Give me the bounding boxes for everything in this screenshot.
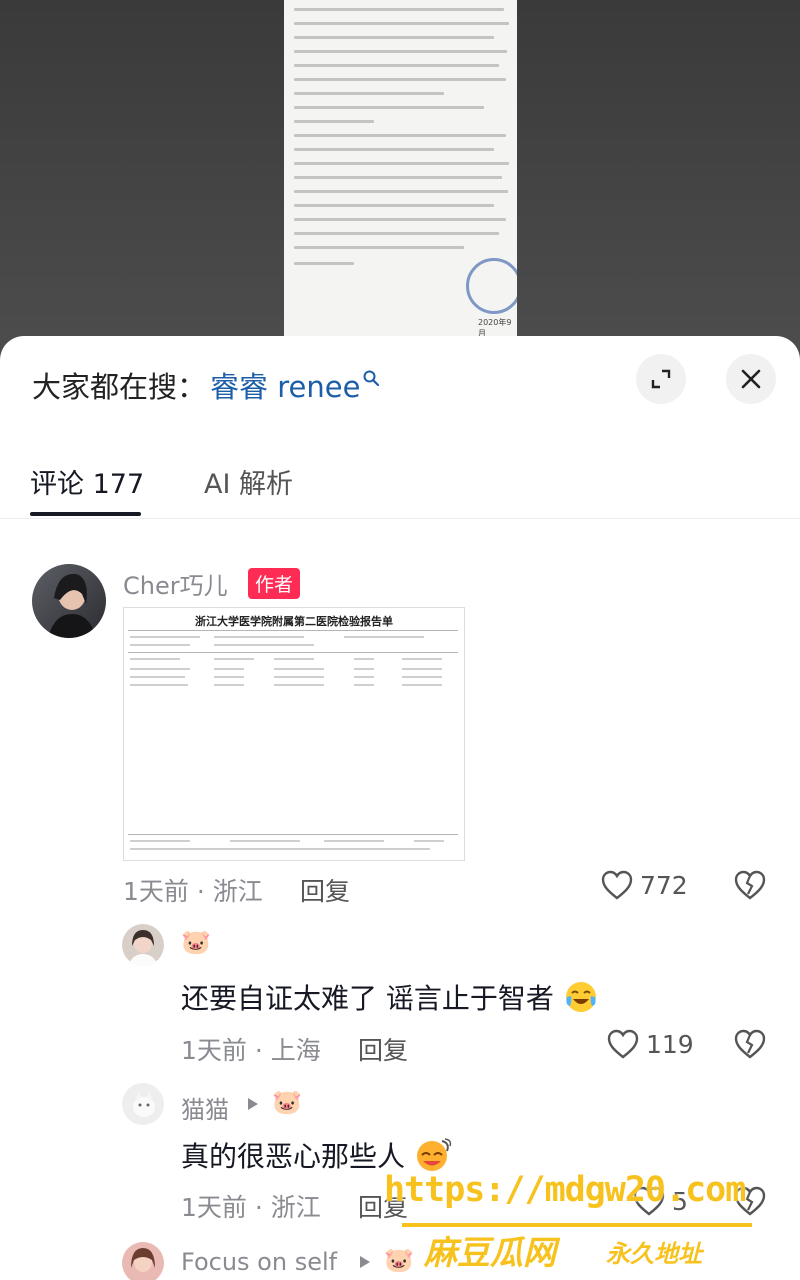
watermark-suffix: 永久地址: [606, 1240, 702, 1268]
like-count: 772: [640, 870, 688, 900]
broken-heart-icon: [734, 870, 766, 900]
dislike-button[interactable]: [733, 1028, 767, 1064]
like-button[interactable]: 119: [606, 1028, 694, 1060]
tab-bar: 评论 177 AI 解析: [0, 444, 800, 519]
watermark-name: 麻豆瓜网: [424, 1233, 556, 1272]
comment-time-location: 1天前 · 上海: [181, 1036, 321, 1065]
active-tab-indicator: [30, 512, 141, 516]
crying-laugh-emoji-icon: [563, 979, 599, 1022]
close-icon: [741, 369, 761, 389]
dislike-button[interactable]: [733, 869, 767, 905]
document-image: 2020年9月: [284, 0, 517, 336]
author-badge: 作者: [248, 568, 301, 599]
comment-time-location: 1天前 · 浙江: [123, 877, 263, 906]
search-suggestion[interactable]: 大家都在搜： 睿睿 renee: [32, 364, 380, 406]
broken-heart-icon: [734, 1029, 766, 1059]
comment-username[interactable]: Focus on self: [181, 1248, 337, 1276]
expand-icon: [651, 369, 671, 389]
reply-button[interactable]: 回复: [358, 1031, 408, 1067]
comments-panel: 大家都在搜： 睿睿 renee 评论 177 AI 解析 Cher巧儿 作者 浙…: [0, 336, 800, 1280]
expand-button[interactable]: [636, 354, 686, 404]
comment-image[interactable]: 浙江大学医学院附属第二医院检验报告单: [123, 607, 465, 861]
avatar[interactable]: [122, 1242, 164, 1280]
comment-username[interactable]: Cher巧儿: [123, 566, 228, 601]
seal-stamp: [466, 258, 517, 314]
reply-to-username[interactable]: 🐷: [272, 1088, 302, 1116]
reply-arrow-icon: [358, 1254, 372, 1274]
comment-text-content: 还要自证太难了 谣言止于智者: [181, 982, 554, 1015]
comment-username[interactable]: 🐷: [181, 928, 211, 956]
comment-username[interactable]: 猫猫: [181, 1090, 229, 1125]
tab-ai-analysis[interactable]: AI 解析: [204, 462, 293, 501]
tab-comments[interactable]: 评论 177: [30, 462, 144, 501]
reply-to-username[interactable]: 🐷: [384, 1246, 414, 1274]
heart-icon: [601, 870, 633, 900]
like-count: 119: [646, 1029, 694, 1059]
close-button[interactable]: [726, 354, 776, 404]
avatar[interactable]: [122, 924, 164, 966]
heart-icon: [607, 1029, 639, 1059]
comment-time-location: 1天前 · 浙江: [181, 1193, 321, 1222]
avatar[interactable]: [122, 1083, 164, 1125]
search-keyword[interactable]: 睿睿 renee: [210, 364, 360, 406]
like-button[interactable]: 772: [600, 869, 688, 901]
comment-text: 还要自证太难了 谣言止于智者: [181, 977, 599, 1022]
search-icon: [362, 368, 380, 392]
report-title: 浙江大学医学院附属第二医院检验报告单: [195, 615, 393, 628]
avatar[interactable]: [32, 564, 106, 638]
search-prefix: 大家都在搜：: [32, 370, 207, 404]
document-date: 2020年9月: [478, 318, 512, 336]
comment-text-content: 真的很恶心那些人: [181, 1140, 406, 1173]
reply-arrow-icon: [246, 1096, 260, 1116]
reply-button[interactable]: 回复: [300, 872, 350, 908]
watermark-url: https://mdgw20.com: [384, 1170, 746, 1210]
